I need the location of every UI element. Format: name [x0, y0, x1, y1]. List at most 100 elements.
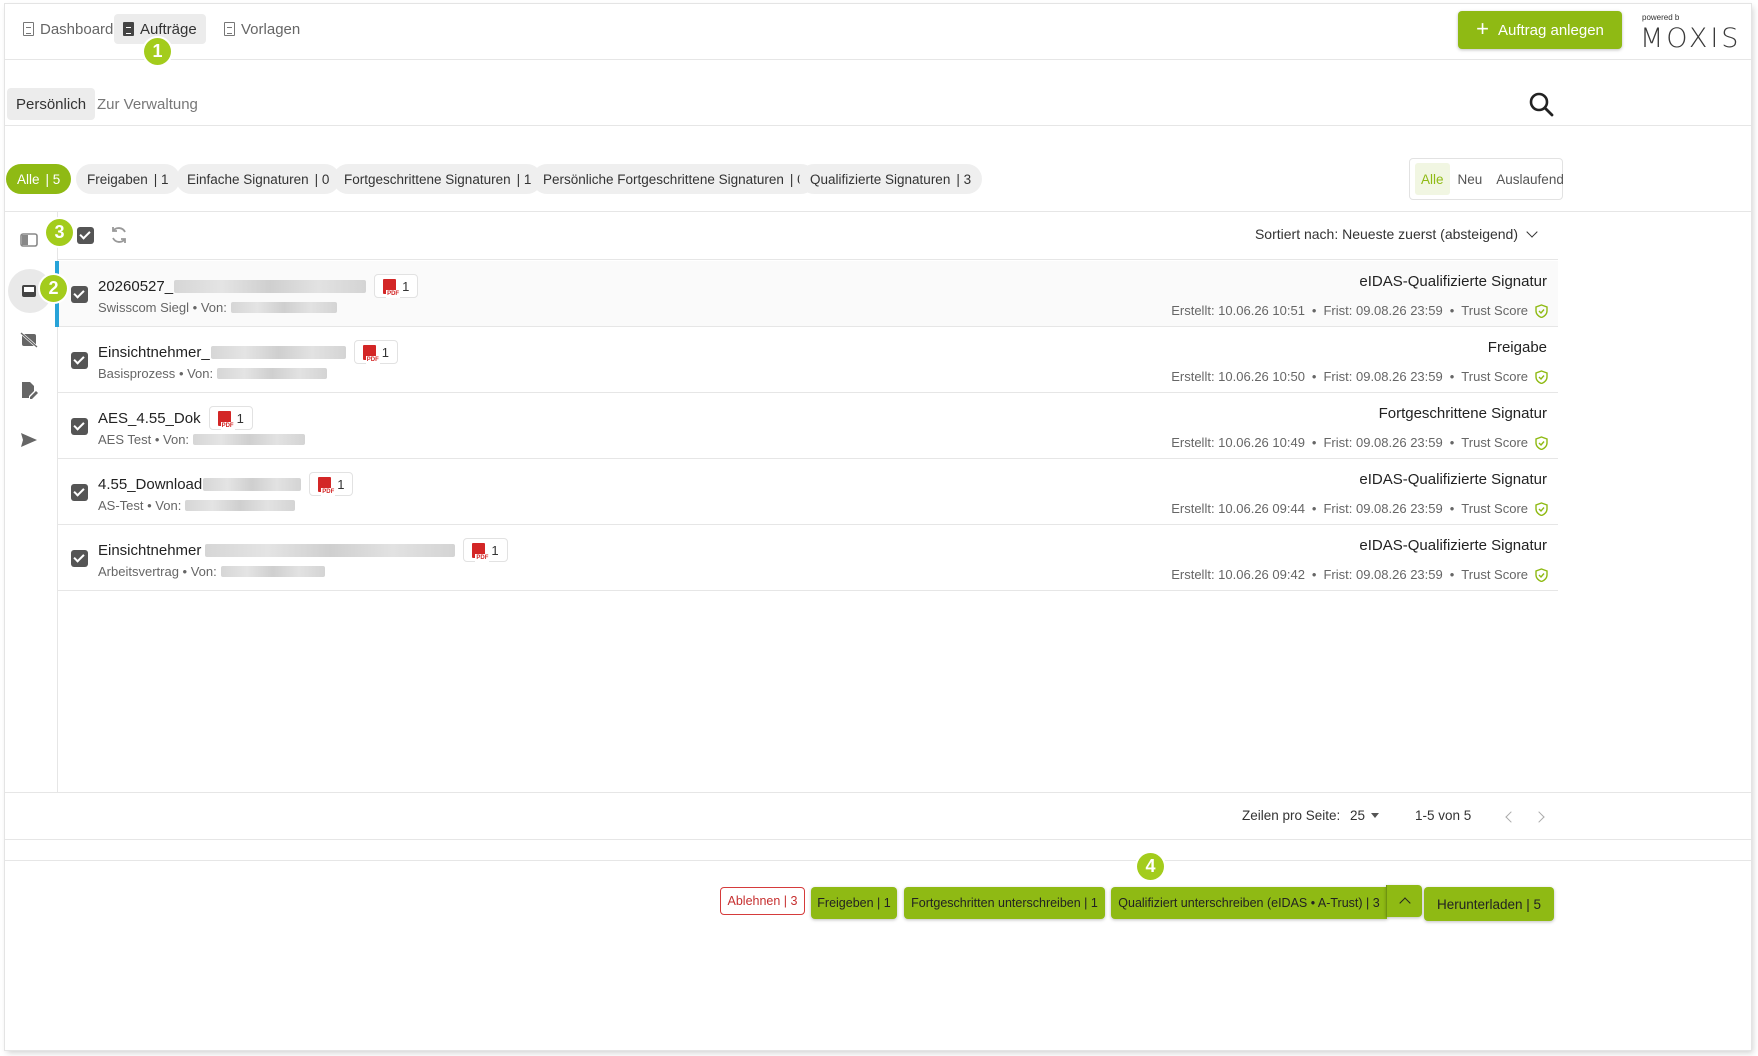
pdf-count-badge[interactable]: 1 [463, 538, 508, 562]
pdf-count: 1 [236, 410, 244, 426]
sort-label: Sortiert nach: Neueste zuerst (absteigen… [1254, 226, 1518, 242]
status-tab-alle[interactable]: Alle [1415, 163, 1450, 195]
due-date: Frist: 09.08.26 23:59 [1323, 567, 1443, 582]
hidden-inbox-icon[interactable] [18, 329, 40, 351]
subtab-persoenlich[interactable]: Persönlich [7, 88, 96, 120]
chip-label: Freigaben [87, 171, 148, 187]
due-date: Frist: 09.08.26 23:59 [1323, 303, 1443, 318]
document-icon [23, 22, 34, 36]
pdf-count: 1 [381, 344, 389, 360]
row-checkbox[interactable] [71, 550, 88, 567]
order-title-text: 20260527_ [98, 277, 174, 295]
order-title-text: Einsichtnehmer [98, 541, 202, 559]
redacted-sender [185, 500, 296, 511]
chip-count: | 5 [45, 171, 61, 187]
approve-button[interactable]: Freigeben | 1 [811, 887, 897, 919]
document-icon [123, 22, 134, 36]
due-date: Frist: 09.08.26 23:59 [1323, 369, 1443, 384]
logo-powered-by: powered b [1642, 13, 1680, 22]
order-title[interactable]: Einsichtnehmer 1 [98, 538, 508, 562]
annotation-badge-1: 1 [144, 38, 171, 65]
select-all-checkbox[interactable] [77, 227, 94, 244]
order-row[interactable]: 20260527_ 1 Swisscom Siegl • Von: eIDAS-… [55, 261, 1558, 327]
chip-count: | 0 [314, 171, 330, 187]
process-name: Swisscom Siegl [98, 300, 190, 315]
chip-count: | 1 [516, 171, 532, 187]
redacted-sender [220, 566, 325, 577]
pagination: Zeilen pro Seite: 25 1-5 von 5 [5, 792, 1751, 840]
page-range: 1-5 von 5 [1415, 808, 1472, 823]
status-tab-auslaufend[interactable]: Auslaufend [1490, 163, 1570, 195]
sub-navigation: Persönlich Zur Verwaltung [5, 60, 1751, 126]
advanced-sign-button[interactable]: Fortgeschritten unterschreiben | 1 [904, 887, 1105, 919]
due-date: Frist: 09.08.26 23:59 [1323, 501, 1443, 516]
pdf-count: 1 [337, 476, 345, 492]
pdf-icon [472, 542, 490, 562]
redacted-text [210, 345, 346, 359]
order-title[interactable]: 4.55_Download 1 [98, 472, 354, 496]
signature-type: Fortgeschrittene Signatur [1378, 405, 1547, 422]
row-checkbox[interactable] [71, 418, 88, 435]
app-window: Dashboard Aufträge Vorlagen 1 + Auftrag … [5, 4, 1751, 1050]
order-title[interactable]: Einsichtnehmer_ 1 [98, 340, 398, 364]
create-order-button[interactable]: + Auftrag anlegen [1458, 11, 1622, 49]
filter-chip-persoenliche[interactable]: Persönliche Fortgeschrittene Signaturen |… [532, 164, 816, 194]
subtab-zur-verwaltung[interactable]: Zur Verwaltung [88, 88, 207, 120]
qualified-sign-button[interactable]: Qualifiziert unterschreiben (eIDAS • A-T… [1111, 887, 1387, 919]
trust-score-label: Trust Score [1461, 567, 1528, 582]
signature-type: eIDAS-Qualifizierte Signatur [1359, 537, 1547, 554]
redacted-text [203, 477, 302, 491]
order-meta: Erstellt: 10.06.26 10:50 • Frist: 09.08.2… [1171, 369, 1548, 384]
inbox-icon[interactable] [18, 280, 40, 302]
download-button[interactable]: Herunterladen | 5 [1424, 887, 1554, 921]
orders-list: 20260527_ 1 Swisscom Siegl • Von: eIDAS-… [55, 261, 1558, 591]
nav-tab-vorlagen[interactable]: Vorlagen [215, 14, 309, 44]
send-icon[interactable] [18, 429, 40, 451]
previous-page-icon[interactable] [1505, 811, 1517, 823]
filter-chip-freigaben[interactable]: Freigaben | 1 [76, 164, 180, 194]
created-date: Erstellt: 10.06.26 09:44 [1171, 501, 1305, 516]
filter-chip-alle[interactable]: Alle | 5 [6, 164, 72, 194]
reject-button[interactable]: Ablehnen | 3 [720, 887, 805, 915]
row-checkbox[interactable] [71, 352, 88, 369]
order-row[interactable]: 4.55_Download 1 AS-Test • Von: eIDAS-Qua… [58, 459, 1558, 525]
filter-chip-fortgeschrittene[interactable]: Fortgeschrittene Signaturen | 1 [333, 164, 543, 194]
created-date: Erstellt: 10.06.26 10:51 [1171, 303, 1305, 318]
refresh-icon[interactable] [109, 225, 129, 245]
process-name: Arbeitsvertrag [98, 564, 179, 579]
pdf-count-badge[interactable]: 1 [374, 274, 419, 298]
search-icon[interactable] [1527, 90, 1555, 118]
row-checkbox[interactable] [71, 484, 88, 501]
next-page-icon[interactable] [1533, 811, 1545, 823]
due-date: Frist: 09.08.26 23:59 [1323, 435, 1443, 450]
pdf-count-badge[interactable]: 1 [208, 406, 253, 430]
rows-per-page-select[interactable]: 25 [1350, 808, 1380, 823]
order-row[interactable]: AES_4.55_Dok 1 AES Test • Von: Fortgesch… [58, 393, 1558, 459]
order-title[interactable]: 20260527_ 1 [98, 274, 419, 298]
row-checkbox[interactable] [71, 286, 88, 303]
pdf-count-badge[interactable]: 1 [353, 340, 398, 364]
status-tab-neu[interactable]: Neu [1452, 163, 1489, 195]
nav-tab-label: Aufträge [140, 20, 197, 38]
folder-sidebar: 2 [5, 212, 67, 792]
signature-type: eIDAS-Qualifizierte Signatur [1359, 471, 1547, 488]
order-title-text: 4.55_Download [98, 475, 203, 493]
order-title-text: AES_4.55_Dok [98, 409, 201, 427]
nav-tab-dashboard[interactable]: Dashboard [14, 14, 122, 44]
qualified-sign-options-button[interactable] [1386, 885, 1422, 917]
filter-chip-qualifizierte[interactable]: Qualifizierte Signaturen | 3 [799, 164, 983, 194]
edit-document-icon[interactable] [18, 379, 40, 401]
order-row[interactable]: Einsichtnehmer 1 Arbeitsvertrag • Von: e… [58, 525, 1558, 591]
order-row[interactable]: Einsichtnehmer_ 1 Basisprozess • Von: Fr… [58, 327, 1558, 393]
pdf-icon [383, 278, 401, 298]
toggle-sidebar-icon[interactable] [18, 229, 40, 251]
filter-chip-einfache[interactable]: Einfache Signaturen | 0 [176, 164, 341, 194]
sort-dropdown[interactable]: Sortiert nach: Neueste zuerst (absteigen… [1254, 226, 1538, 242]
from-label: • Von: [147, 498, 182, 513]
order-title[interactable]: AES_4.55_Dok 1 [98, 406, 253, 430]
chip-label: Persönliche Fortgeschrittene Signaturen [543, 171, 784, 187]
pdf-icon [318, 476, 336, 496]
redacted-text [205, 543, 456, 557]
from-label: • Von: [192, 300, 227, 315]
pdf-count-badge[interactable]: 1 [309, 472, 354, 496]
